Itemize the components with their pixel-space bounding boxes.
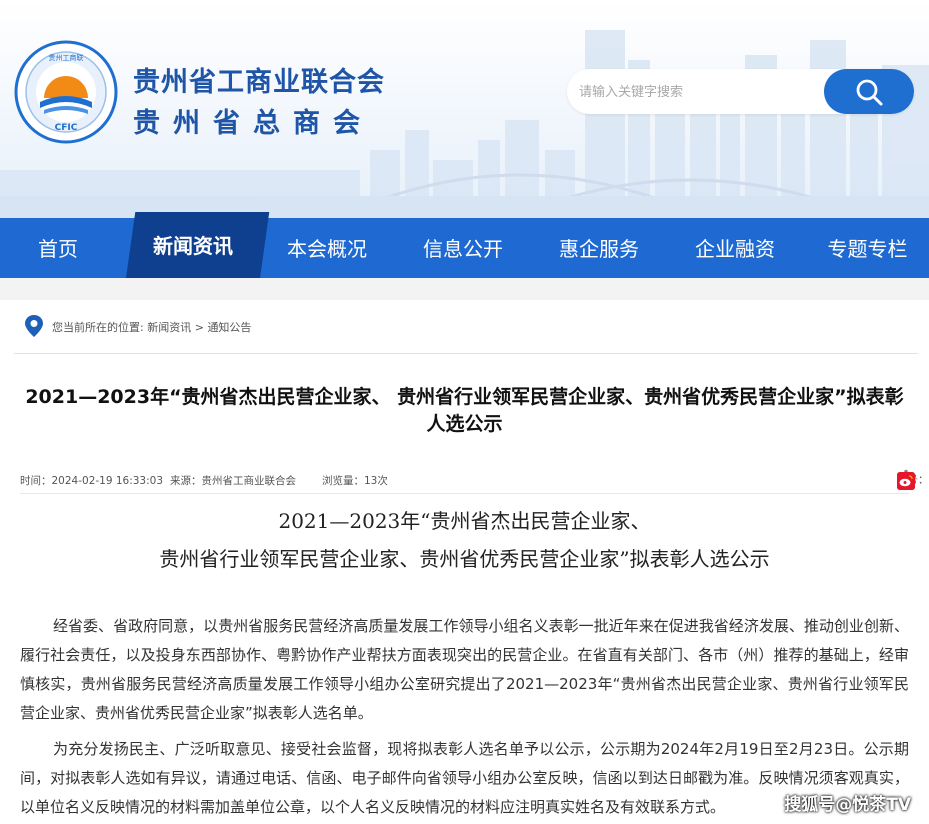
weibo-icon bbox=[899, 475, 913, 487]
article-paragraph: 经省委、省政府同意，以贵州省服务民营经济高质量发展工作领导小组名义表彰一批近年来… bbox=[20, 617, 909, 722]
section-divider bbox=[0, 278, 929, 300]
meta-divider bbox=[20, 493, 909, 494]
article-source: 来源：贵州省工商业联合会 bbox=[170, 475, 296, 487]
breadcrumb: 您当前所在的位置: 新闻资讯 > 通知公告 bbox=[14, 300, 918, 354]
nav-item-disclosure[interactable]: 信息公开 bbox=[398, 218, 528, 278]
nav-item-news[interactable]: 新闻资讯 bbox=[126, 218, 260, 278]
article-meta: 时间：2024-02-19 16:33:03 来源：贵州省工商业联合会 浏览量：… bbox=[20, 469, 929, 490]
search-icon bbox=[856, 79, 883, 105]
publish-time: 时间：2024-02-19 16:33:03 bbox=[20, 475, 164, 487]
source-watermark: 搜狐号@悦茶TV bbox=[784, 795, 911, 815]
search-box bbox=[567, 69, 914, 114]
location-pin-icon bbox=[25, 315, 43, 337]
org-name-line1: 贵州省工商业联合会 bbox=[133, 67, 385, 98]
subtitle-line1: 2021—2023年“贵州省杰出民营企业家、 bbox=[278, 509, 651, 533]
logo-acronym: CFIC bbox=[55, 123, 78, 133]
font-size-controls: 字号： 大 中 小 bbox=[897, 469, 929, 490]
article-paragraph: 为充分发扬民主、广泛听取意见、接受社会监督，现将拟表彰人选名单予以公示，公示期为… bbox=[20, 740, 909, 816]
breadcrumb-link-notices[interactable]: 通知公告 bbox=[207, 321, 251, 334]
breadcrumb-separator: > bbox=[194, 321, 204, 334]
subtitle-line2: 贵州省行业领军民营企业家、贵州省优秀民营企业家”拟表彰人选公示 bbox=[159, 547, 770, 571]
view-count: 浏览量：13次 bbox=[322, 475, 388, 487]
nav-item-about[interactable]: 本会概况 bbox=[262, 218, 392, 278]
logo-top-text: 贵州工商联 bbox=[49, 53, 84, 62]
nav-item-enterprise-service[interactable]: 惠企服务 bbox=[534, 218, 664, 278]
article-subtitle: 2021—2023年“贵州省杰出民营企业家、 贵州省行业领军民营企业家、贵州省优… bbox=[20, 502, 909, 578]
breadcrumb-text: 您当前所在的位置: 新闻资讯 > 通知公告 bbox=[52, 319, 251, 335]
breadcrumb-prefix: 您当前所在的位置: bbox=[52, 321, 144, 334]
search-input[interactable] bbox=[579, 79, 809, 105]
nav-item-financing[interactable]: 企业融资 bbox=[670, 218, 800, 278]
search-button[interactable] bbox=[824, 69, 914, 114]
site-header: CFIC 贵州工商联 贵州省工商业联合会 贵州省总商会 bbox=[0, 0, 929, 218]
article-title: 2021—2023年“贵州省杰出民营企业家、 贵州省行业领军民营企业家、贵州省优… bbox=[25, 386, 904, 435]
weibo-share-button[interactable] bbox=[897, 472, 915, 490]
nav-item-special-topics[interactable]: 专题专栏 bbox=[806, 218, 929, 278]
breadcrumb-link-news[interactable]: 新闻资讯 bbox=[147, 321, 191, 334]
nav-item-home[interactable]: 首页 bbox=[0, 218, 116, 278]
org-name-line2: 贵州省总商会 bbox=[133, 108, 373, 139]
cfic-logo: CFIC 贵州工商联 bbox=[14, 40, 118, 144]
